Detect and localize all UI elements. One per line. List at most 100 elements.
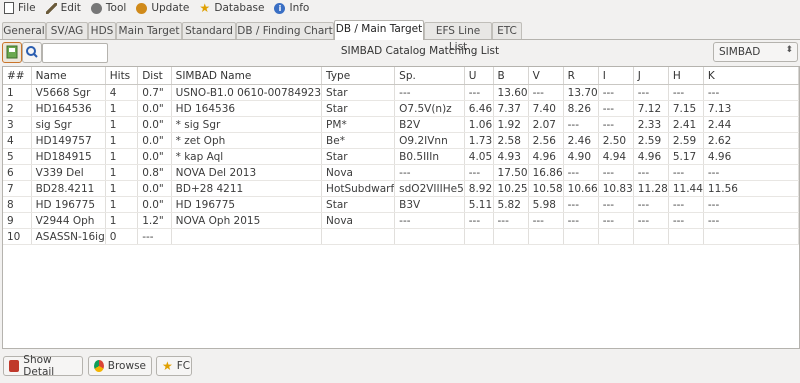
- table-cell: [394, 228, 465, 245]
- table-cell: B0.5IIIn: [394, 148, 465, 165]
- column-header[interactable]: Type: [321, 67, 396, 85]
- tab-db-finding-chart[interactable]: DB / Finding Chart: [236, 22, 334, 39]
- table-cell: BD+28 4211: [171, 180, 323, 197]
- table-cell: 10.58: [528, 180, 564, 197]
- search-input[interactable]: [42, 43, 108, 63]
- tab-etc[interactable]: ETC: [492, 22, 522, 39]
- column-header[interactable]: B: [493, 67, 529, 85]
- table-cell: HD 164536: [171, 100, 323, 117]
- table-row[interactable]: 2 HD164536 1 0.0" HD 164536 Star O7.5V(n)z 6.46…: [3, 100, 799, 117]
- table-cell: 4.93: [493, 148, 529, 165]
- table-cell: 16.86: [528, 164, 564, 181]
- table-cell: HD149757: [31, 132, 106, 149]
- table-cell: ---: [598, 196, 634, 213]
- menu-info[interactable]: i Info: [270, 0, 315, 16]
- table-cell: ---: [464, 212, 494, 229]
- tab-hds[interactable]: HDS: [88, 22, 116, 39]
- table-cell: ---: [598, 212, 634, 229]
- table-cell: 4.96: [528, 148, 564, 165]
- table-cell: ---: [598, 116, 634, 133]
- table-cell: 5.17: [668, 148, 704, 165]
- table-cell: 4.94: [598, 148, 634, 165]
- table-cell: B2V: [394, 116, 465, 133]
- table-row[interactable]: 9 V2944 Oph 1 1.2" NOVA Oph 2015 Nova --- --- --…: [3, 212, 799, 229]
- table-cell: 1: [105, 196, 139, 213]
- table-cell: V5668 Sgr: [31, 84, 106, 101]
- table-row[interactable]: 3 sig Sgr 1 0.0" * sig Sgr PM* B2V 1.06 1.92 2.07…: [3, 116, 799, 133]
- chevron-updown-icon: ⬍: [785, 45, 793, 55]
- table-cell: 1.92: [493, 116, 529, 133]
- update-icon: [136, 2, 148, 14]
- table-cell: ---: [668, 196, 704, 213]
- column-header[interactable]: Hits: [105, 67, 139, 85]
- table-cell: O7.5V(n)z: [394, 100, 465, 117]
- fc-label: FC: [176, 360, 191, 372]
- table-cell: sig Sgr: [31, 116, 106, 133]
- column-header[interactable]: V: [528, 67, 564, 85]
- table-cell: [703, 228, 799, 245]
- table-cell: Star: [321, 84, 396, 101]
- table-cell: ---: [394, 84, 465, 101]
- table-cell: ---: [528, 212, 564, 229]
- menu-edit-label: Edit: [60, 2, 81, 14]
- table-row[interactable]: 10 ASASSN-16ig 0 ---: [3, 228, 799, 245]
- table-cell: 3: [3, 116, 32, 133]
- fc-button[interactable]: ★ FC: [156, 356, 192, 376]
- column-header[interactable]: ##: [3, 67, 32, 85]
- browse-button[interactable]: Browse: [88, 356, 152, 376]
- table-cell: 1.06: [464, 116, 494, 133]
- table-cell: [171, 228, 323, 245]
- catalog-select[interactable]: SIMBAD ⬍: [713, 42, 798, 62]
- catalog-table[interactable]: ## Name Hits Dist SIMBAD Name Type Sp. U B V R I J H K…: [2, 66, 800, 349]
- table-cell: O9.2IVnn: [394, 132, 465, 149]
- search-icon: [26, 46, 38, 58]
- menu-tool[interactable]: Tool: [87, 0, 132, 16]
- table-row[interactable]: 1 V5668 Sgr 4 0.7" USNO-B1.0 0610-00784923 St…: [3, 84, 799, 101]
- table-cell: 5.11: [464, 196, 494, 213]
- menu-update[interactable]: Update: [132, 0, 195, 16]
- column-header[interactable]: I: [598, 67, 634, 85]
- column-header[interactable]: Sp.: [394, 67, 465, 85]
- table-row[interactable]: 6 V339 Del 1 0.8" NOVA Del 2013 Nova --- --- 17.…: [3, 164, 799, 181]
- table-cell: 2.58: [493, 132, 529, 149]
- table-cell: 4.96: [633, 148, 669, 165]
- edit-icon: [45, 2, 57, 14]
- table-cell: 13.60: [493, 84, 529, 101]
- tab-sv-ag[interactable]: SV/AG: [46, 22, 88, 39]
- tab-main-target[interactable]: Main Target: [116, 22, 182, 39]
- table-cell: 10: [3, 228, 32, 245]
- tab-standard[interactable]: Standard: [182, 22, 236, 39]
- menu-edit[interactable]: Edit: [42, 0, 87, 16]
- search-button[interactable]: [22, 42, 42, 63]
- table-cell: 0.8": [137, 164, 172, 181]
- table-cell: 2.62: [703, 132, 799, 149]
- table-row[interactable]: 8 HD 196775 1 0.0" HD 196775 Star B3V 5.11 5.82 5…: [3, 196, 799, 213]
- table-cell: 2.33: [633, 116, 669, 133]
- menu-database[interactable]: ★ Database: [195, 0, 270, 16]
- table-cell: Star: [321, 148, 396, 165]
- table-cell: 13.70: [563, 84, 599, 101]
- save-list-button[interactable]: [2, 42, 22, 63]
- column-header[interactable]: K: [703, 67, 799, 85]
- column-header[interactable]: SIMBAD Name: [171, 67, 323, 85]
- column-header[interactable]: Name: [31, 67, 106, 85]
- column-header[interactable]: R: [563, 67, 599, 85]
- column-header[interactable]: H: [668, 67, 704, 85]
- table-cell: 1: [105, 164, 139, 181]
- tab-db-main-target[interactable]: DB / Main Target: [334, 20, 424, 40]
- tab-efs-line-list[interactable]: EFS Line List: [424, 22, 492, 53]
- column-header[interactable]: U: [464, 67, 494, 85]
- table-row[interactable]: 5 HD184915 1 0.0" * kap Aql Star B0.5IIIn 4.05 4…: [3, 148, 799, 165]
- table-cell: ---: [633, 212, 669, 229]
- show-detail-button[interactable]: Show Detail: [3, 354, 83, 378]
- table-cell: ---: [137, 228, 172, 245]
- tab-general[interactable]: General: [2, 22, 46, 39]
- table-cell: 0.7": [137, 84, 172, 101]
- menu-file[interactable]: File: [0, 0, 42, 16]
- table-row[interactable]: 7 BD28.4211 1 0.0" BD+28 4211 HotSubdwarf sdO2…: [3, 180, 799, 197]
- column-header[interactable]: Dist: [137, 67, 172, 85]
- table-cell: 4.96: [703, 148, 799, 165]
- column-header[interactable]: J: [633, 67, 669, 85]
- tab-bar: General SV/AG HDS Main Target Standard D…: [0, 20, 800, 53]
- table-row[interactable]: 4 HD149757 1 0.0" * zet Oph Be* O9.2IVnn 1.73 2.…: [3, 132, 799, 149]
